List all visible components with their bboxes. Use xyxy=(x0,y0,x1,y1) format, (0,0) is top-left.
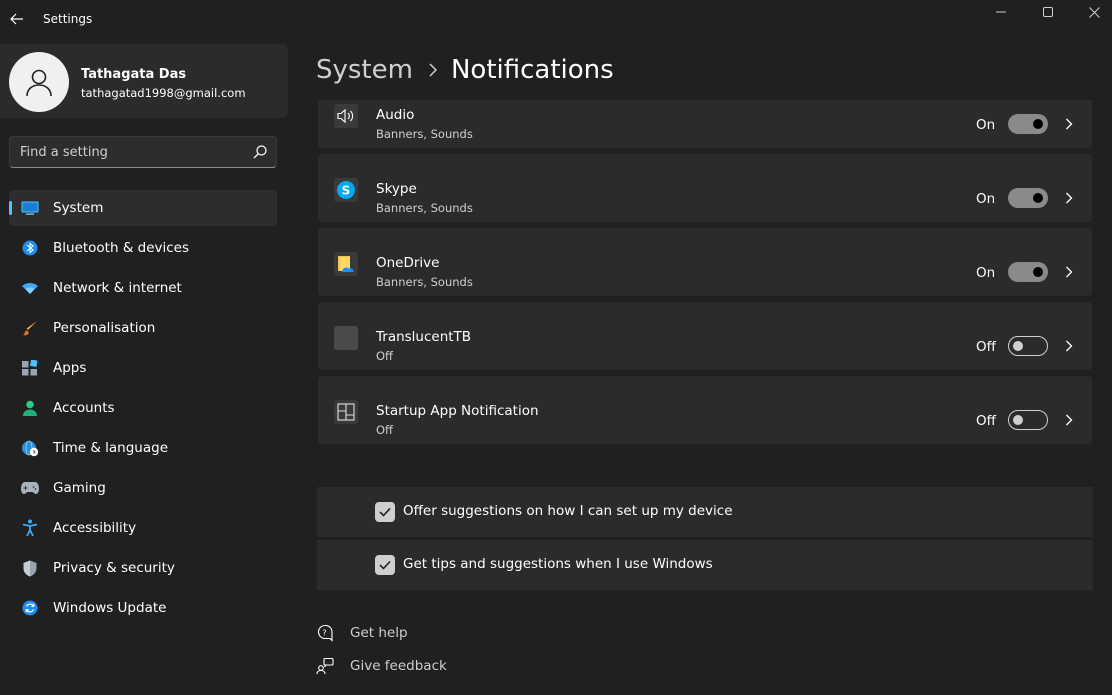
speaker-icon xyxy=(334,104,358,128)
breadcrumb: System Notifications xyxy=(316,52,614,88)
app-notification-row-audio[interactable]: Audio Banners, Sounds On xyxy=(318,100,1092,148)
help-icon: ? xyxy=(316,624,334,642)
window-title: Settings xyxy=(43,12,93,26)
minimize-button[interactable] xyxy=(978,0,1024,24)
give-feedback-link[interactable]: Give feedback xyxy=(316,655,447,677)
app-name: OneDrive xyxy=(376,255,440,271)
checkmark-icon xyxy=(379,560,391,570)
app-notification-summary: Banners, Sounds xyxy=(376,275,473,289)
toggle-knob xyxy=(1033,119,1043,129)
app-name: Skype xyxy=(376,181,417,197)
svg-text:S: S xyxy=(342,184,351,198)
checkmark-icon xyxy=(379,507,391,517)
chevron-right-icon[interactable] xyxy=(1062,264,1076,280)
title-bar: Settings xyxy=(0,0,1112,40)
get-help-link[interactable]: ? Get help xyxy=(316,622,408,644)
app-notification-row-onedrive[interactable]: OneDrive Banners, Sounds On xyxy=(318,228,1092,296)
checkbox-row-setup-suggestions[interactable]: Offer suggestions on how I can set up my… xyxy=(317,487,1093,537)
person-icon xyxy=(26,69,52,97)
chevron-right-icon[interactable] xyxy=(1062,412,1076,428)
app-notification-row-skype[interactable]: S Skype Banners, Sounds On xyxy=(318,154,1092,222)
back-arrow-icon xyxy=(10,13,23,25)
give-feedback-label[interactable]: Give feedback xyxy=(350,658,447,674)
checkbox-label: Offer suggestions on how I can set up my… xyxy=(403,503,733,519)
notifications-content: Audio Banners, Sounds On S Skype Banners… xyxy=(0,100,1112,695)
breadcrumb-parent[interactable]: System xyxy=(316,55,413,85)
notification-toggle[interactable] xyxy=(1008,262,1048,282)
notification-toggle[interactable] xyxy=(1008,410,1048,430)
minimize-icon xyxy=(996,11,1006,13)
toggle-knob xyxy=(1013,341,1023,351)
app-notification-summary: Banners, Sounds xyxy=(376,127,473,141)
app-notification-summary: Banners, Sounds xyxy=(376,201,473,215)
page-title: Notifications xyxy=(450,55,614,85)
setup-suggestions-checkbox[interactable] xyxy=(375,502,395,522)
chevron-right-icon[interactable] xyxy=(1062,116,1076,132)
back-button[interactable] xyxy=(6,6,28,32)
toggle-knob xyxy=(1033,193,1043,203)
notification-toggle[interactable] xyxy=(1008,336,1048,356)
maximize-button[interactable] xyxy=(1025,0,1071,24)
skype-icon: S xyxy=(334,178,358,202)
onedrive-icon xyxy=(334,252,358,276)
get-help-label[interactable]: Get help xyxy=(350,625,408,641)
startup-app-icon xyxy=(334,400,358,424)
profile-name: Tathagata Das xyxy=(81,67,187,82)
checkbox-row-tips[interactable]: Get tips and suggestions when I use Wind… xyxy=(317,540,1093,590)
checkbox-label: Get tips and suggestions when I use Wind… xyxy=(403,556,713,572)
notification-toggle[interactable] xyxy=(1008,114,1048,134)
profile-email: tathagatad1998@gmail.com xyxy=(81,86,246,100)
close-button[interactable] xyxy=(1071,0,1112,24)
chevron-right-icon[interactable] xyxy=(1062,338,1076,354)
app-name: Audio xyxy=(376,107,415,123)
svg-text:?: ? xyxy=(322,629,326,638)
chevron-right-icon[interactable] xyxy=(1062,190,1076,206)
feedback-icon xyxy=(316,657,334,675)
close-icon xyxy=(1088,6,1100,18)
toggle-knob xyxy=(1013,415,1023,425)
translucenttb-icon xyxy=(334,326,358,350)
tips-checkbox[interactable] xyxy=(375,555,395,575)
toggle-state-label: On xyxy=(976,265,996,281)
notification-toggle[interactable] xyxy=(1008,188,1048,208)
maximize-icon xyxy=(1043,7,1053,17)
toggle-state-label: On xyxy=(976,191,996,207)
toggle-state-label: Off xyxy=(976,413,996,429)
chevron-right-icon xyxy=(429,63,437,77)
app-notification-row-startup-app[interactable]: Startup App Notification Off Off xyxy=(318,376,1092,444)
app-notification-summary: Off xyxy=(376,423,393,437)
app-notification-row-translucenttb[interactable]: TranslucentTB Off Off xyxy=(318,302,1092,370)
app-notification-summary: Off xyxy=(376,349,393,363)
app-name: Startup App Notification xyxy=(376,403,539,419)
toggle-knob xyxy=(1033,267,1043,277)
toggle-state-label: Off xyxy=(976,339,996,355)
toggle-state-label: On xyxy=(976,117,996,133)
app-name: TranslucentTB xyxy=(376,329,472,345)
